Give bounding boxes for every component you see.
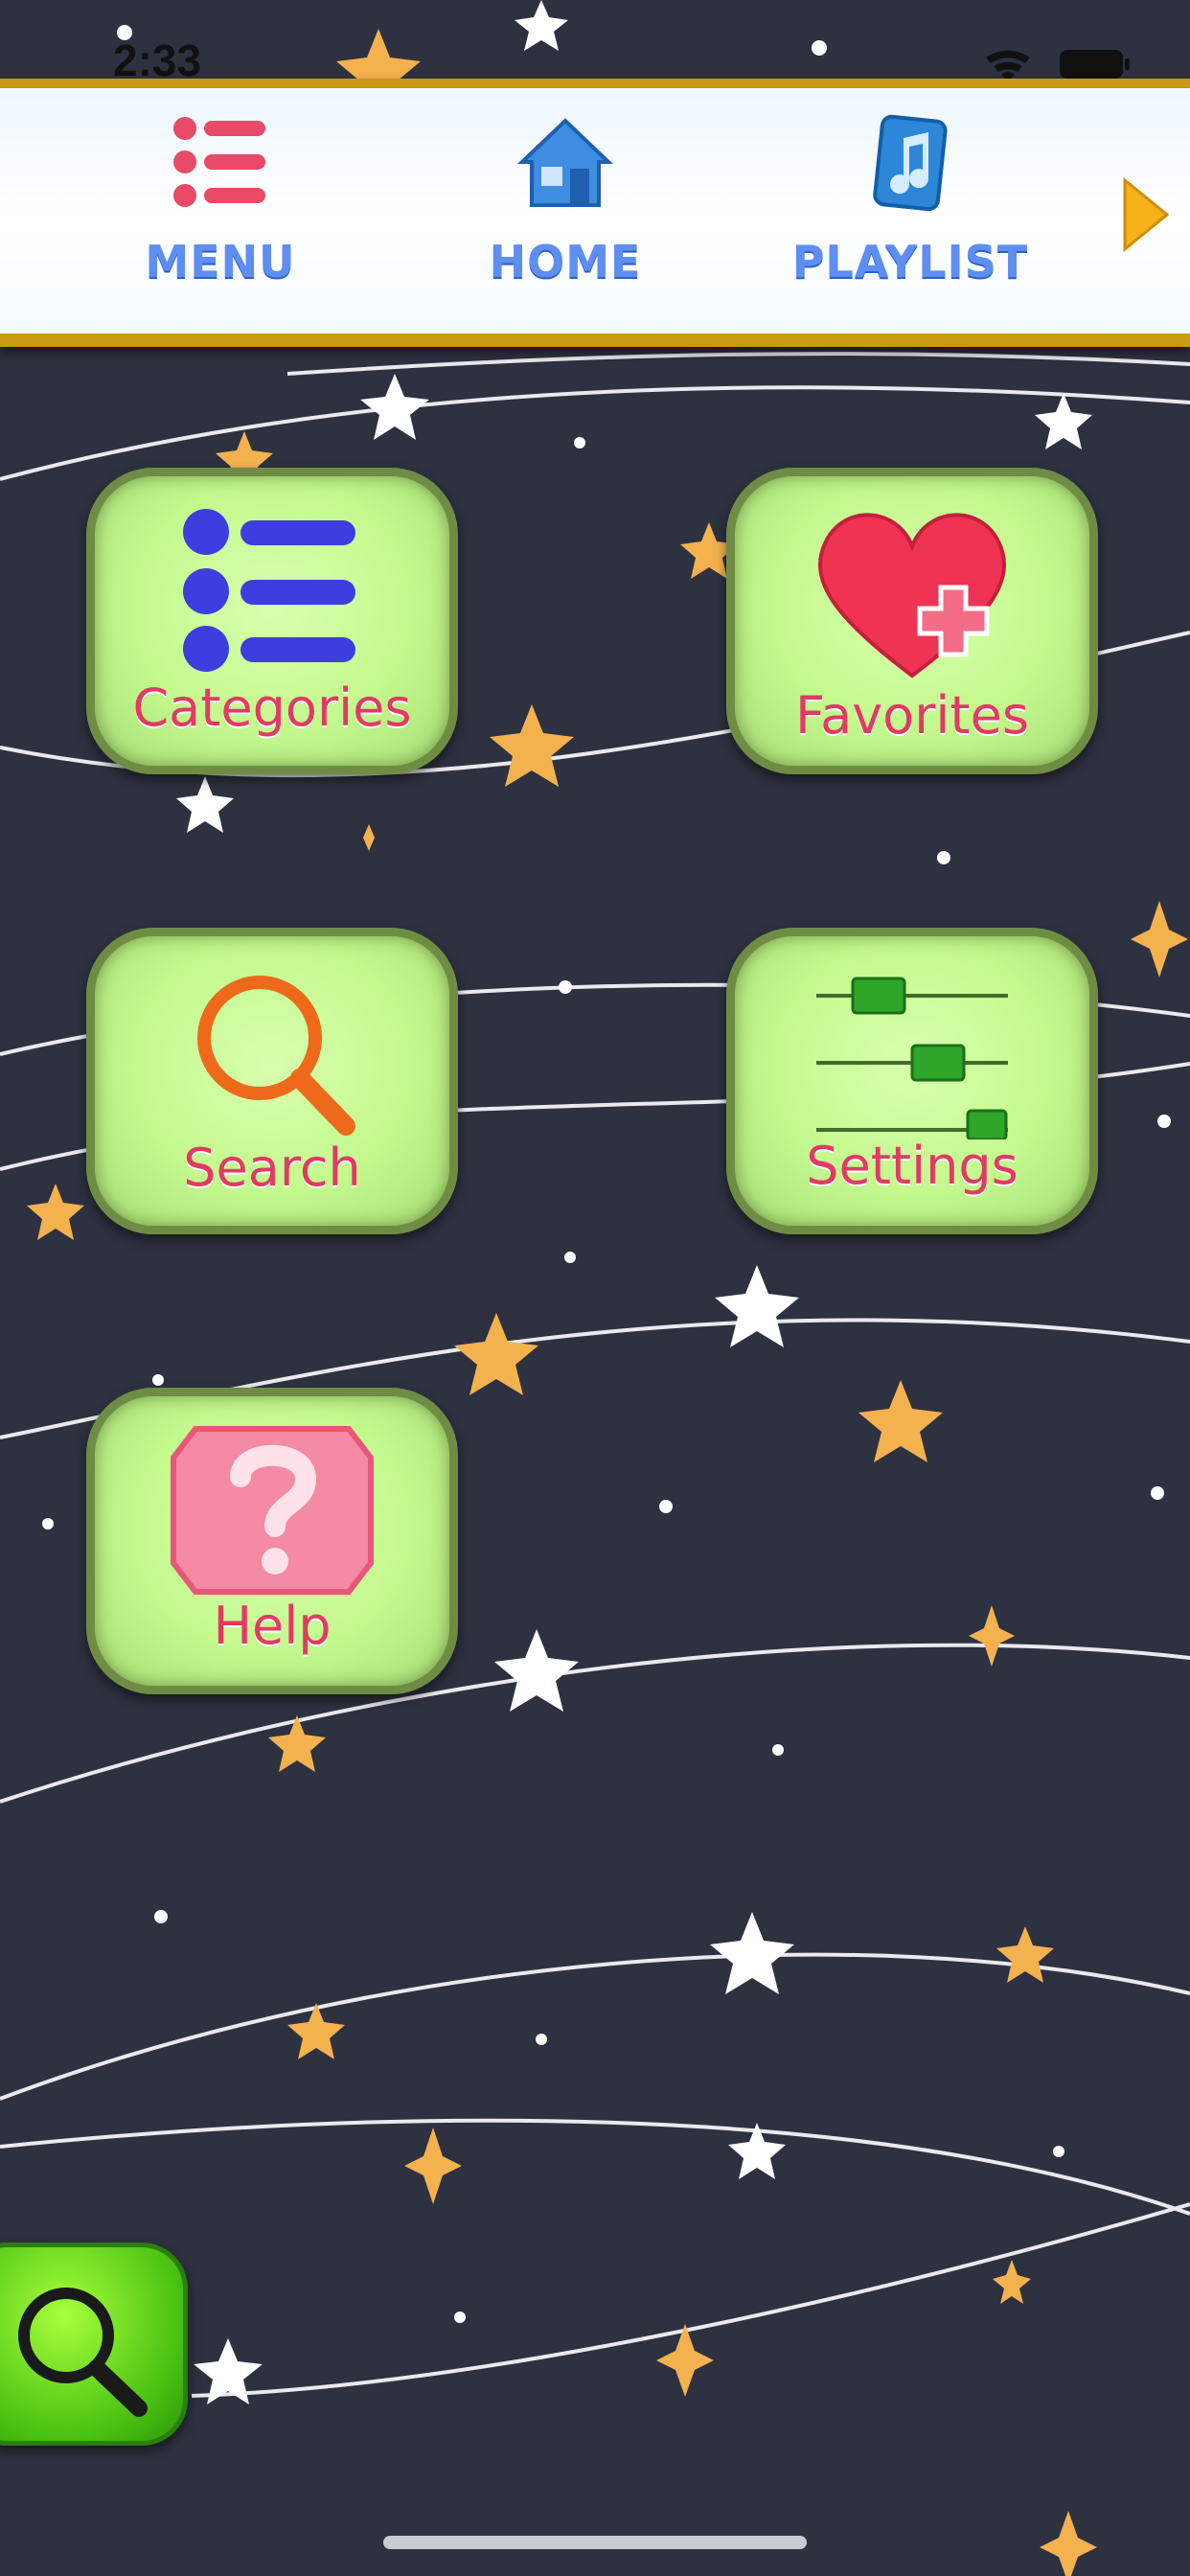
tile-categories[interactable]: Categories bbox=[86, 468, 458, 774]
nav-menu-button[interactable]: MENU bbox=[96, 109, 345, 288]
question-mark-icon bbox=[171, 1426, 374, 1595]
nav-menu-label: MENU bbox=[145, 236, 296, 288]
nav-playlist-button[interactable]: PLAYLIST bbox=[786, 109, 1035, 288]
floating-search-button[interactable] bbox=[0, 2242, 188, 2446]
magnifier-icon bbox=[197, 976, 355, 1136]
status-icons bbox=[986, 50, 1130, 81]
tile-search-label: Search bbox=[183, 1138, 361, 1198]
wifi-icon bbox=[986, 50, 1030, 81]
heart-plus-icon bbox=[818, 513, 1006, 678]
tile-favorites[interactable]: Favorites bbox=[726, 468, 1098, 774]
search-icon bbox=[18, 2288, 148, 2417]
sliders-icon bbox=[816, 977, 1008, 1139]
starry-background bbox=[0, 0, 1190, 2576]
tile-help[interactable]: Help bbox=[86, 1388, 458, 1694]
tile-settings-label: Settings bbox=[806, 1136, 1018, 1196]
categories-list-icon bbox=[183, 509, 355, 672]
nav-playlist-label: PLAYLIST bbox=[791, 236, 1029, 288]
list-icon bbox=[173, 117, 265, 207]
music-note-icon bbox=[873, 114, 948, 212]
tile-search[interactable]: Search bbox=[86, 928, 458, 1234]
tile-favorites-label: Favorites bbox=[795, 685, 1029, 746]
tile-settings[interactable]: Settings bbox=[726, 928, 1098, 1234]
top-navbar: MENU HOME PLAYLIST bbox=[0, 79, 1190, 347]
house-icon bbox=[517, 118, 613, 207]
battery-icon bbox=[1060, 50, 1130, 79]
nav-home-label: HOME bbox=[489, 236, 642, 288]
home-indicator bbox=[383, 2536, 807, 2549]
tile-help-label: Help bbox=[213, 1596, 332, 1656]
next-arrow-icon[interactable] bbox=[1121, 176, 1171, 253]
nav-home-button[interactable]: HOME bbox=[441, 109, 690, 288]
tile-categories-label: Categories bbox=[132, 678, 412, 738]
